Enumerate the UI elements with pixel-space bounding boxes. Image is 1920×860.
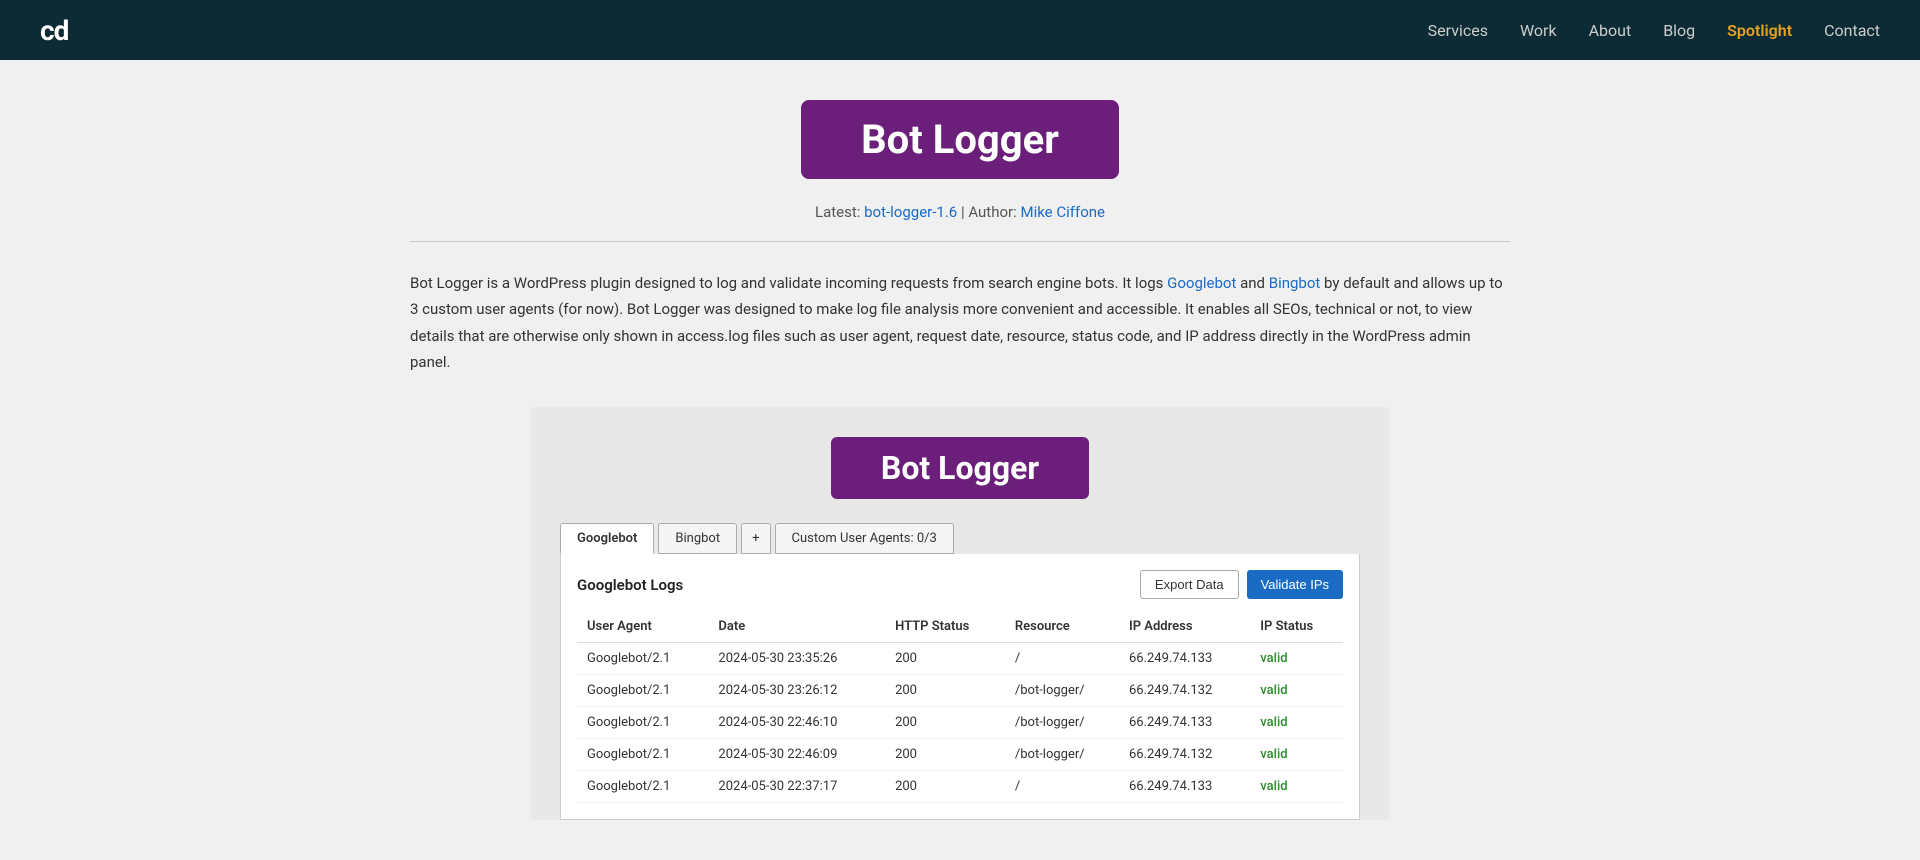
cell-http-status: 200 <box>885 771 1005 803</box>
tab-googlebot[interactable]: Googlebot <box>560 523 654 554</box>
export-button[interactable]: Export Data <box>1140 570 1239 599</box>
cell-date: 2024-05-30 23:26:12 <box>708 675 885 707</box>
cell-date: 2024-05-30 22:46:09 <box>708 739 885 771</box>
desc-text-2: and <box>1236 274 1268 292</box>
cell-ip-address: 66.249.74.133 <box>1119 707 1250 739</box>
tab-bingbot[interactable]: Bingbot <box>658 523 737 554</box>
preview-title-container: Bot Logger <box>560 437 1360 499</box>
table-area: Googlebot Logs Export Data Validate IPs … <box>560 554 1360 820</box>
description: Bot Logger is a WordPress plugin designe… <box>410 270 1510 375</box>
table-section-title: Googlebot Logs <box>577 576 683 594</box>
desc-bingbot-link[interactable]: Bingbot <box>1269 274 1321 292</box>
cell-ip-status: valid <box>1250 643 1343 675</box>
table-header-row: Googlebot Logs Export Data Validate IPs <box>577 570 1343 599</box>
tabs: Googlebot Bingbot + Custom User Agents: … <box>560 523 1360 554</box>
nav-services[interactable]: Services <box>1428 21 1488 40</box>
table-row: Googlebot/2.1 2024-05-30 22:46:09 200 /b… <box>577 739 1343 771</box>
tab-custom-agents[interactable]: Custom User Agents: 0/3 <box>775 523 954 554</box>
cell-user-agent: Googlebot/2.1 <box>577 643 708 675</box>
cell-resource: /bot-logger/ <box>1005 675 1119 707</box>
table-row: Googlebot/2.1 2024-05-30 23:26:12 200 /b… <box>577 675 1343 707</box>
cell-resource: / <box>1005 771 1119 803</box>
preview-title: Bot Logger <box>831 437 1089 499</box>
table-actions: Export Data Validate IPs <box>1140 570 1343 599</box>
nav-spotlight[interactable]: Spotlight <box>1727 21 1792 40</box>
tab-add[interactable]: + <box>741 523 770 554</box>
cell-ip-status: valid <box>1250 739 1343 771</box>
cell-http-status: 200 <box>885 643 1005 675</box>
col-user-agent: User Agent <box>577 611 708 643</box>
meta-author-label: Author: <box>968 203 1016 221</box>
col-ip-address: IP Address <box>1119 611 1250 643</box>
cell-user-agent: Googlebot/2.1 <box>577 771 708 803</box>
col-ip-status: IP Status <box>1250 611 1343 643</box>
nav-about[interactable]: About <box>1589 21 1632 40</box>
desc-text-1: Bot Logger is a WordPress plugin designe… <box>410 274 1167 292</box>
cell-user-agent: Googlebot/2.1 <box>577 675 708 707</box>
cell-http-status: 200 <box>885 675 1005 707</box>
desc-googlebot-link[interactable]: Googlebot <box>1167 274 1236 292</box>
hero-title: Bot Logger <box>801 100 1119 179</box>
cell-ip-address: 66.249.74.133 <box>1119 771 1250 803</box>
cell-ip-address: 66.249.74.132 <box>1119 675 1250 707</box>
cell-date: 2024-05-30 22:46:10 <box>708 707 885 739</box>
col-resource: Resource <box>1005 611 1119 643</box>
validate-button[interactable]: Validate IPs <box>1247 570 1343 599</box>
table-row: Googlebot/2.1 2024-05-30 23:35:26 200 / … <box>577 643 1343 675</box>
main-nav: Services Work About Blog Spotlight Conta… <box>1428 21 1880 40</box>
cell-http-status: 200 <box>885 707 1005 739</box>
meta-latest-label: Latest: <box>815 203 860 221</box>
col-date: Date <box>708 611 885 643</box>
cell-user-agent: Googlebot/2.1 <box>577 739 708 771</box>
main-content: Bot Logger Latest: bot-logger-1.6 | Auth… <box>0 60 1920 860</box>
logo[interactable]: cd <box>40 14 68 47</box>
meta-line: Latest: bot-logger-1.6 | Author: Mike Ci… <box>20 203 1900 221</box>
divider <box>410 241 1510 242</box>
logs-table: User Agent Date HTTP Status Resource IP … <box>577 611 1343 803</box>
cell-resource: /bot-logger/ <box>1005 707 1119 739</box>
cell-date: 2024-05-30 23:35:26 <box>708 643 885 675</box>
meta-author-link[interactable]: Mike Ciffone <box>1020 203 1105 221</box>
table-header: User Agent Date HTTP Status Resource IP … <box>577 611 1343 643</box>
cell-ip-status: valid <box>1250 707 1343 739</box>
cell-http-status: 200 <box>885 739 1005 771</box>
cell-user-agent: Googlebot/2.1 <box>577 707 708 739</box>
header: cd Services Work About Blog Spotlight Co… <box>0 0 1920 60</box>
nav-work[interactable]: Work <box>1520 21 1557 40</box>
cell-ip-status: valid <box>1250 771 1343 803</box>
cell-ip-address: 66.249.74.133 <box>1119 643 1250 675</box>
meta-latest-link[interactable]: bot-logger-1.6 <box>864 203 957 221</box>
cell-ip-address: 66.249.74.132 <box>1119 739 1250 771</box>
cell-ip-status: valid <box>1250 675 1343 707</box>
hero-title-container: Bot Logger <box>20 100 1900 179</box>
cell-resource: /bot-logger/ <box>1005 739 1119 771</box>
col-http-status: HTTP Status <box>885 611 1005 643</box>
cell-resource: / <box>1005 643 1119 675</box>
nav-blog[interactable]: Blog <box>1663 21 1695 40</box>
cell-date: 2024-05-30 22:37:17 <box>708 771 885 803</box>
nav-contact[interactable]: Contact <box>1824 21 1880 40</box>
table-row: Googlebot/2.1 2024-05-30 22:37:17 200 / … <box>577 771 1343 803</box>
table-row: Googlebot/2.1 2024-05-30 22:46:10 200 /b… <box>577 707 1343 739</box>
preview-box: Bot Logger Googlebot Bingbot + Custom Us… <box>530 407 1390 820</box>
